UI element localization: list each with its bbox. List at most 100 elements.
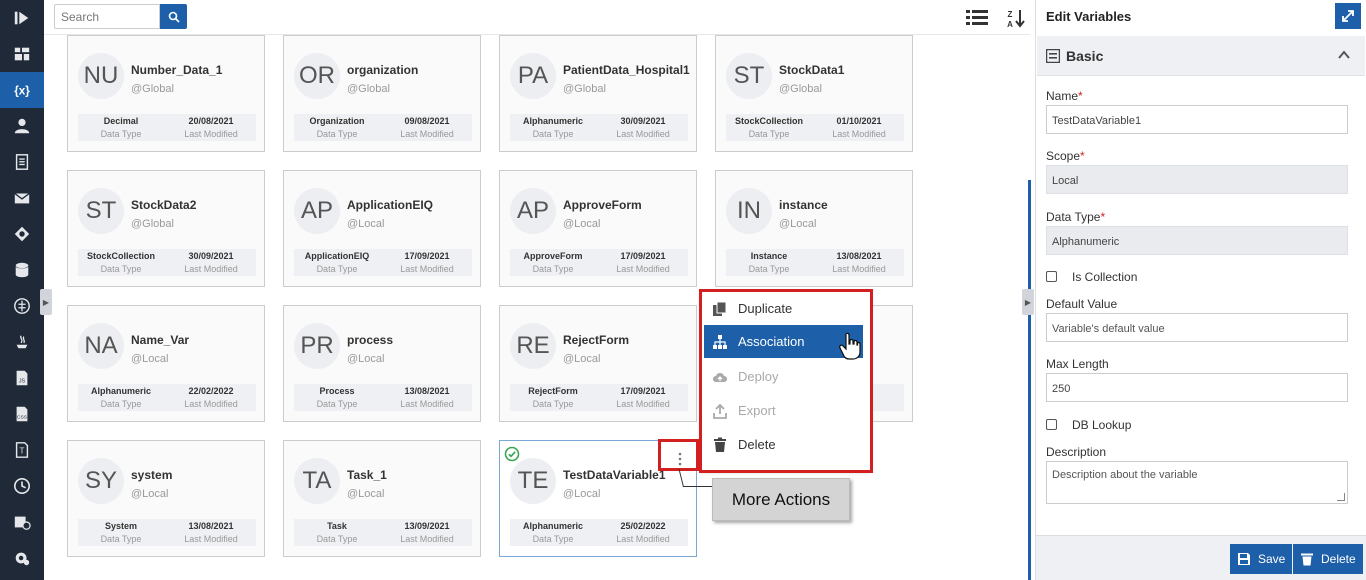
network-icon[interactable] xyxy=(0,288,44,324)
data-type-value: Alphanumeric xyxy=(90,386,151,396)
data-type-value: Alphanumeric xyxy=(522,521,583,531)
avatar: PR xyxy=(294,323,340,369)
resize-grip[interactable] xyxy=(1337,493,1345,501)
variable-card[interactable]: ST StockData2 @Global StockCollection 30/09/… xyxy=(67,170,265,287)
variable-card[interactable]: TA Task_1 @Local Task 13/09/2021 Data Type Las… xyxy=(283,440,481,557)
variable-card[interactable]: SY system @Local System 13/08/2021 Data Type L… xyxy=(67,440,265,557)
modified-value: 13/08/2021 xyxy=(188,521,234,531)
variable-name: Number_Data_1 xyxy=(131,63,223,77)
max-length-field[interactable]: 250 xyxy=(1046,373,1348,402)
template-icon[interactable]: T xyxy=(0,432,44,468)
description-placeholder: Description about the variable xyxy=(1052,469,1198,481)
mail-icon[interactable] xyxy=(0,180,44,216)
modified-caption: Last Modified xyxy=(400,534,454,544)
save-button[interactable]: Save xyxy=(1230,544,1293,574)
data-type-caption: Data Type xyxy=(748,129,790,139)
db-lookup-checkbox[interactable] xyxy=(1046,419,1057,430)
modified-value: 17/09/2021 xyxy=(620,251,666,261)
variable-scope: @Global xyxy=(131,83,174,95)
data-type-value: RejectForm xyxy=(528,386,578,396)
json-icon[interactable]: JS xyxy=(0,360,44,396)
card-meta: Process 13/08/2021 Data Type Last Modified xyxy=(294,384,472,411)
modified-value: 13/08/2021 xyxy=(404,386,450,396)
variable-card[interactable]: OR organization @Global Organization 09/08/2… xyxy=(283,35,481,152)
modified-caption: Last Modified xyxy=(616,534,670,544)
variable-scope: @Global xyxy=(563,83,606,95)
variable-name: system xyxy=(131,468,173,482)
list-view-icon[interactable] xyxy=(966,8,988,28)
db-lookup-label: DB Lookup xyxy=(1072,418,1132,432)
modified-caption: Last Modified xyxy=(184,534,238,544)
variable-name: RejectForm xyxy=(563,333,630,347)
save-icon xyxy=(1238,553,1250,565)
database-icon[interactable] xyxy=(0,252,44,288)
chevron-up-icon xyxy=(1338,50,1350,59)
integration-icon[interactable] xyxy=(0,216,44,252)
variable-scope: @Global xyxy=(347,83,390,95)
panel-header: Edit Variables xyxy=(1036,0,1366,34)
report-icon[interactable] xyxy=(0,504,44,540)
variable-card[interactable]: AP ApproveForm @Local ApproveForm 17/09/2021… xyxy=(499,170,697,287)
scrollbar[interactable] xyxy=(1028,180,1031,580)
collapse-sidebar-toggle[interactable]: ▶ xyxy=(40,289,52,315)
edit-variables-panel: Edit Variables Basic Name* TestDataVaria… xyxy=(1035,0,1366,580)
default-value-label: Default Value xyxy=(1046,297,1118,311)
settings-icon[interactable] xyxy=(0,540,44,576)
history-icon[interactable] xyxy=(0,468,44,504)
variable-scope: @Local xyxy=(563,488,601,500)
description-field[interactable]: Description about the variable xyxy=(1046,461,1348,504)
data-type-caption: Data Type xyxy=(100,399,142,409)
play-logo-icon[interactable] xyxy=(0,0,44,36)
variable-name: process xyxy=(347,333,394,347)
section-basic-header[interactable]: Basic xyxy=(1037,36,1365,76)
search-button[interactable] xyxy=(160,4,187,29)
card-meta: ApproveForm 17/09/2021 Data Type Last Modif… xyxy=(510,249,688,276)
panel-footer: Save Delete xyxy=(1036,535,1366,580)
avatar: NA xyxy=(78,323,124,369)
sort-icon[interactable]: ZA xyxy=(1004,8,1026,28)
data-type-value: Decimal xyxy=(103,116,139,126)
data-type-caption: Data Type xyxy=(100,534,142,544)
avatar: PA xyxy=(510,53,556,99)
variable-card[interactable]: ST StockData1 @Global StockCollection 01/10/… xyxy=(715,35,913,152)
variable-name: StockData1 xyxy=(779,63,845,77)
modified-value: 09/08/2021 xyxy=(404,116,450,126)
variable-card[interactable]: IN instance @Local Instance 13/08/2021 Data T… xyxy=(715,170,913,287)
java-icon[interactable] xyxy=(0,324,44,360)
hand-cursor-icon xyxy=(839,332,861,360)
variable-card[interactable]: NA Name_Var @Local Alphanumeric 22/02/2022 Da… xyxy=(67,305,265,422)
modified-value: 13/09/2021 xyxy=(404,521,450,531)
user-icon[interactable] xyxy=(0,108,44,144)
max-length-label: Max Length xyxy=(1046,357,1109,371)
data-type-caption: Data Type xyxy=(316,129,358,139)
svg-text:A: A xyxy=(1007,20,1013,28)
modified-caption: Last Modified xyxy=(616,129,670,139)
variable-card[interactable]: AP ApplicationEIQ @Local ApplicationEIQ 17/0… xyxy=(283,170,481,287)
variable-card[interactable]: RE RejectForm @Local RejectForm 17/09/2021 Da… xyxy=(499,305,697,422)
variable-name: TestDataVariable1 xyxy=(563,468,666,482)
delete-button[interactable]: Delete xyxy=(1293,544,1363,574)
modified-caption: Last Modified xyxy=(184,129,238,139)
search-input[interactable] xyxy=(54,4,160,29)
modified-value: 13/08/2021 xyxy=(836,251,882,261)
name-field[interactable]: TestDataVariable1 xyxy=(1046,105,1348,134)
variable-scope: @Local xyxy=(563,353,601,365)
css-icon[interactable]: CSS xyxy=(0,396,44,432)
variable-card[interactable]: PA PatientData_Hospital1 @Global Alphanumer… xyxy=(499,35,697,152)
svg-text:T: T xyxy=(20,447,25,456)
default-value-field[interactable]: Variable's default value xyxy=(1046,313,1348,342)
collapse-panel-toggle[interactable]: ▶ xyxy=(1022,289,1034,315)
dashboard-icon[interactable] xyxy=(0,36,44,72)
is-collection-checkbox[interactable] xyxy=(1046,271,1057,282)
expand-button[interactable] xyxy=(1335,3,1361,29)
variable-card[interactable]: PR process @Local Process 13/08/2021 Data Typ… xyxy=(283,305,481,422)
variable-name: ApplicationEIQ xyxy=(347,198,434,212)
variables-icon[interactable]: {x} xyxy=(0,72,44,108)
variable-card[interactable]: NU Number_Data_1 @Global Decimal 20/08/2021 D… xyxy=(67,35,265,152)
avatar: ST xyxy=(78,188,124,234)
data-type-caption: Data Type xyxy=(316,264,358,274)
card-meta: ApplicationEIQ 17/09/2021 Data Type Last Mo… xyxy=(294,249,472,276)
document-icon[interactable] xyxy=(0,144,44,180)
data-type-caption: Data Type xyxy=(100,264,142,274)
variable-scope: @Local xyxy=(131,353,169,365)
